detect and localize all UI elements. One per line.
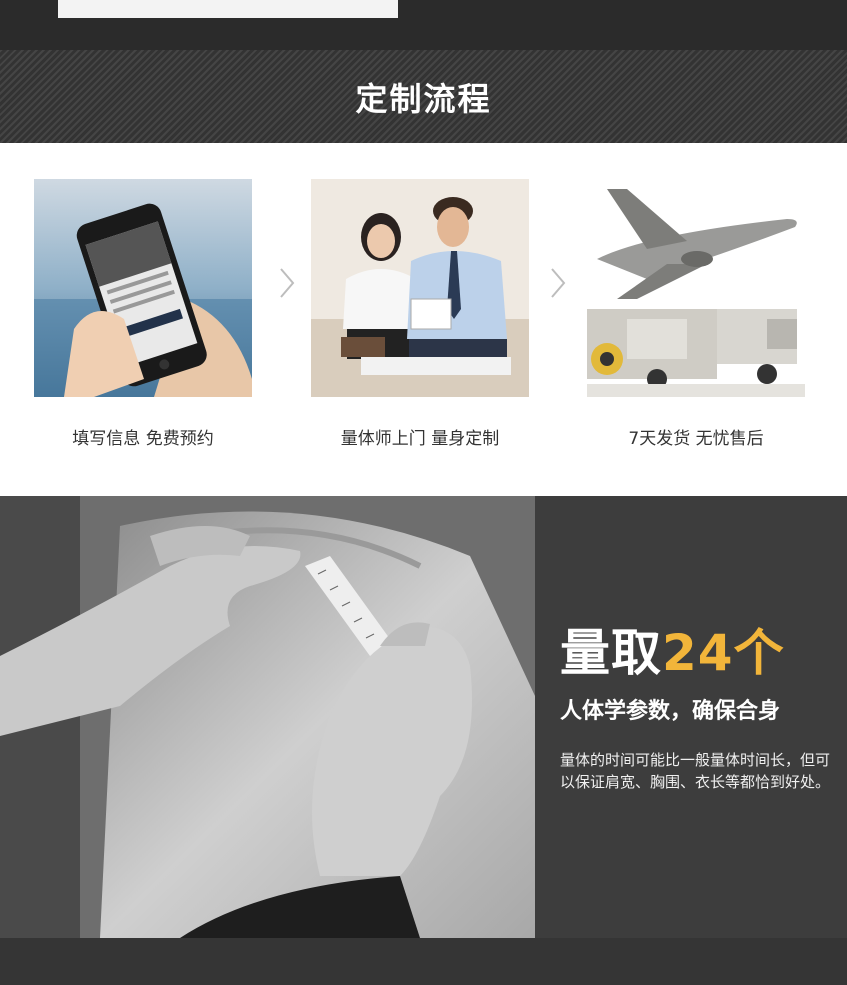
measure-info: 量取24个 人体学参数，确保合身 量体的时间可能比一般量体时间长，但可以保证肩宽… bbox=[560, 626, 840, 793]
shipping-photo bbox=[587, 179, 805, 397]
chevron-right-icon bbox=[280, 268, 295, 298]
section-title: 定制流程 bbox=[355, 79, 492, 118]
section-title-band: 定制流程 bbox=[0, 50, 847, 143]
tailor-measuring-photo bbox=[0, 496, 535, 938]
top-bar bbox=[0, 0, 847, 50]
chevron-right-icon bbox=[551, 268, 566, 298]
measure-subheadline: 人体学参数，确保合身 bbox=[560, 699, 781, 724]
step-1: 填写信息 免费预约 bbox=[30, 179, 256, 499]
step-caption: 量体师上门 量身定制 bbox=[340, 429, 500, 449]
headline-prefix: 量取 bbox=[560, 624, 662, 682]
bottom-band bbox=[0, 938, 847, 985]
measure-headline: 量取24个 bbox=[560, 626, 840, 681]
headline-accent: 24个 bbox=[662, 624, 785, 682]
measure-section: 量取24个 人体学参数，确保合身 量体的时间可能比一般量体时间长，但可以保证肩宽… bbox=[0, 496, 847, 938]
phone-booking-photo bbox=[34, 179, 252, 397]
step-caption: 填写信息 免费预约 bbox=[72, 429, 214, 449]
process-steps: 填写信息 免费预约 量体师上门 量身定制 7天发货 无忧售后 bbox=[0, 143, 847, 499]
tailor-consultation-photo bbox=[311, 179, 529, 397]
step-3: 7天发货 无忧售后 bbox=[583, 179, 809, 499]
step-caption: 7天发货 无忧售后 bbox=[628, 429, 764, 449]
measure-description: 量体的时间可能比一般量体时间长，但可以保证肩宽、胸围、衣长等都恰到好处。 bbox=[560, 751, 831, 791]
top-search-bar[interactable] bbox=[58, 0, 398, 18]
step-2: 量体师上门 量身定制 bbox=[307, 179, 533, 499]
